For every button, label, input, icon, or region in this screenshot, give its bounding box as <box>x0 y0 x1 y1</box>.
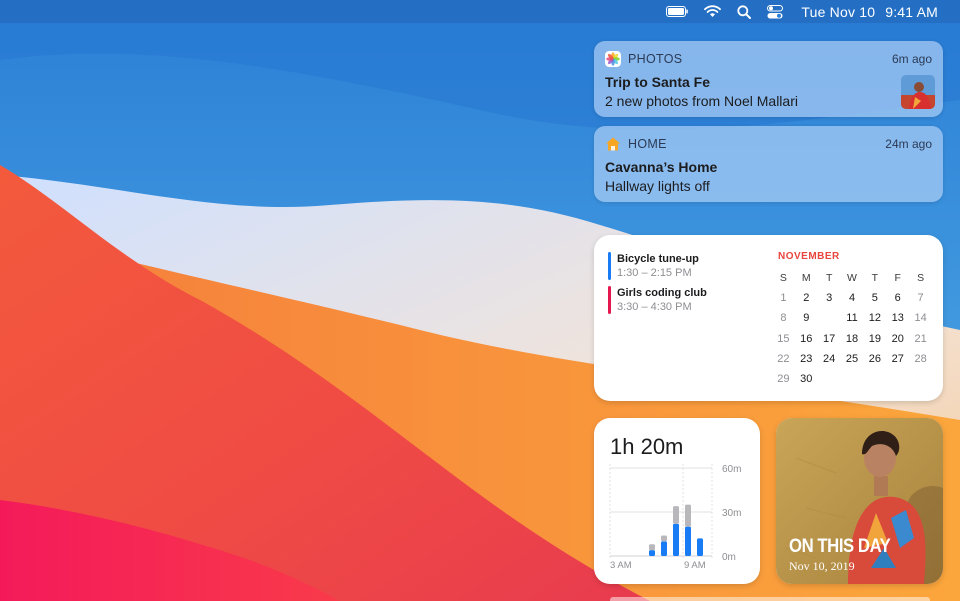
weekday-label: S <box>917 272 925 285</box>
calendar-day[interactable]: 1 <box>772 292 795 304</box>
screen-time-bar <box>661 541 667 556</box>
calendar-day[interactable]: 11 <box>841 312 864 324</box>
calendar-day[interactable]: 13 <box>886 312 909 324</box>
screen-time-bar-other <box>649 544 655 551</box>
notification-time: 6m ago <box>891 52 932 66</box>
calendar-grid: S M T W T F S 1 2 3 4 5 6 7 8 9 10 11 12… <box>772 268 932 389</box>
x-tick-label: 3 AM <box>610 560 632 571</box>
memories-photo-widget[interactable]: ON THIS DAY Nov 10, 2019 <box>776 418 943 584</box>
weekday-label: T <box>871 272 879 285</box>
notification-app-name: PHOTOS <box>628 52 683 66</box>
calendar-day[interactable]: 3 <box>818 292 841 304</box>
calendar-day[interactable]: 15 <box>772 333 795 345</box>
calendar-day[interactable]: 17 <box>818 333 841 345</box>
calendar-day[interactable]: 6 <box>886 292 909 304</box>
screen-time-chart: 60m 30m 0m 3 AM 9 AM <box>609 464 741 571</box>
calendar-event[interactable]: Bicycle tune-up 1:30 – 2:15 PM <box>608 252 699 280</box>
screen-time-bar <box>649 550 655 556</box>
calendar-day[interactable]: 29 <box>772 373 795 385</box>
calendar-week-row: 15 16 17 18 19 20 21 <box>772 329 932 349</box>
event-time: 3:30 – 4:30 PM <box>617 301 692 313</box>
calendar-day[interactable]: 21 <box>909 333 932 345</box>
calendar-day[interactable]: 4 <box>841 292 864 304</box>
calendar-day[interactable]: 22 <box>772 353 795 365</box>
y-tick-label: 30m <box>722 508 741 519</box>
calendar-day[interactable]: 23 <box>795 353 818 365</box>
calendar-widget[interactable]: Bicycle tune-up 1:30 – 2:15 PM Girls cod… <box>594 235 943 401</box>
menubar-time[interactable]: 9:41 AM <box>885 4 938 20</box>
notification-app-name: HOME <box>628 137 667 151</box>
notification-body: Hallway lights off <box>605 178 710 194</box>
calendar-day[interactable]: 24 <box>818 353 841 365</box>
x-tick-label: 9 AM <box>684 560 706 571</box>
notification-photo-thumbnail <box>901 75 935 109</box>
calendar-day[interactable]: 14 <box>909 312 932 324</box>
calendar-day[interactable]: 7 <box>909 292 932 304</box>
on-this-day-title: ON THIS DAY <box>789 536 891 557</box>
screen-time-bar <box>697 538 703 556</box>
calendar-day[interactable]: 18 <box>841 333 864 345</box>
notification-photos[interactable]: PHOTOS 6m ago Trip to Santa Fe 2 new pho… <box>594 41 943 117</box>
calendar-day-today[interactable]: 10 <box>818 308 841 328</box>
calendar-week-row: 1 2 3 4 5 6 7 <box>772 288 932 308</box>
photos-app-icon <box>605 51 621 67</box>
calendar-day[interactable]: 5 <box>863 292 886 304</box>
event-title: Bicycle tune-up <box>617 253 699 265</box>
weekday-label: M <box>801 272 811 285</box>
notification-title: Cavanna’s Home <box>605 159 718 175</box>
calendar-day[interactable]: 12 <box>863 312 886 324</box>
y-tick-label: 0m <box>722 552 736 563</box>
event-color-bar <box>608 252 611 280</box>
calendar-day[interactable]: 27 <box>886 353 909 365</box>
screen-time-bar <box>673 523 679 556</box>
weekday-header-row: S M T W T F S <box>772 268 932 288</box>
menu-bar: Tue Nov 10 9:41 AM <box>0 0 960 23</box>
calendar-day[interactable]: 16 <box>795 333 818 345</box>
menubar-date[interactable]: Tue Nov 10 <box>801 4 875 20</box>
calendar-week-row: 22 23 24 25 26 27 28 <box>772 349 932 369</box>
calendar-day[interactable]: 9 <box>795 312 818 324</box>
weekday-label: S <box>779 272 787 285</box>
notification-body: 2 new photos from Noel Mallari <box>605 93 798 109</box>
weekday-label: F <box>894 272 901 285</box>
screen-time-bar-other <box>685 504 691 527</box>
calendar-day[interactable]: 30 <box>795 373 818 385</box>
calendar-day[interactable]: 19 <box>863 333 886 345</box>
control-center-icon[interactable] <box>767 0 784 23</box>
screen-time-bar-other <box>673 506 679 524</box>
search-icon[interactable] <box>737 0 752 23</box>
home-app-icon <box>606 137 620 151</box>
calendar-day[interactable]: 20 <box>886 333 909 345</box>
calendar-week-row: 29 30 <box>772 369 932 389</box>
on-this-day-date: Nov 10, 2019 <box>789 559 855 573</box>
event-color-bar <box>608 286 611 314</box>
screen-time-bar-other <box>661 535 667 542</box>
screen-time-bar <box>685 526 691 556</box>
notification-home[interactable]: HOME 24m ago Cavanna’s Home Hallway ligh… <box>594 126 943 202</box>
calendar-day[interactable]: 8 <box>772 312 795 324</box>
calendar-month: NOVEMBER <box>778 251 840 262</box>
event-title: Girls coding club <box>617 287 707 299</box>
notification-time: 24m ago <box>885 137 932 151</box>
calendar-week-row: 8 9 10 11 12 13 14 <box>772 308 932 328</box>
calendar-event[interactable]: Girls coding club 3:30 – 4:30 PM <box>608 286 707 314</box>
wifi-icon[interactable] <box>704 0 722 23</box>
calendar-day[interactable]: 2 <box>795 292 818 304</box>
notification-title: Trip to Santa Fe <box>605 74 711 90</box>
screen-time-widget[interactable]: 1h 20m 60m 30m 0m 3 AM 9 AM <box>594 418 760 584</box>
next-widget-peek <box>610 597 930 601</box>
y-tick-label: 60m <box>722 464 741 475</box>
weekday-label: T <box>825 272 833 285</box>
battery-icon[interactable] <box>666 0 689 23</box>
calendar-day[interactable]: 26 <box>863 353 886 365</box>
event-time: 1:30 – 2:15 PM <box>617 267 692 279</box>
weekday-label: W <box>847 272 857 285</box>
calendar-day[interactable]: 25 <box>841 353 864 365</box>
calendar-day[interactable]: 28 <box>909 353 932 365</box>
